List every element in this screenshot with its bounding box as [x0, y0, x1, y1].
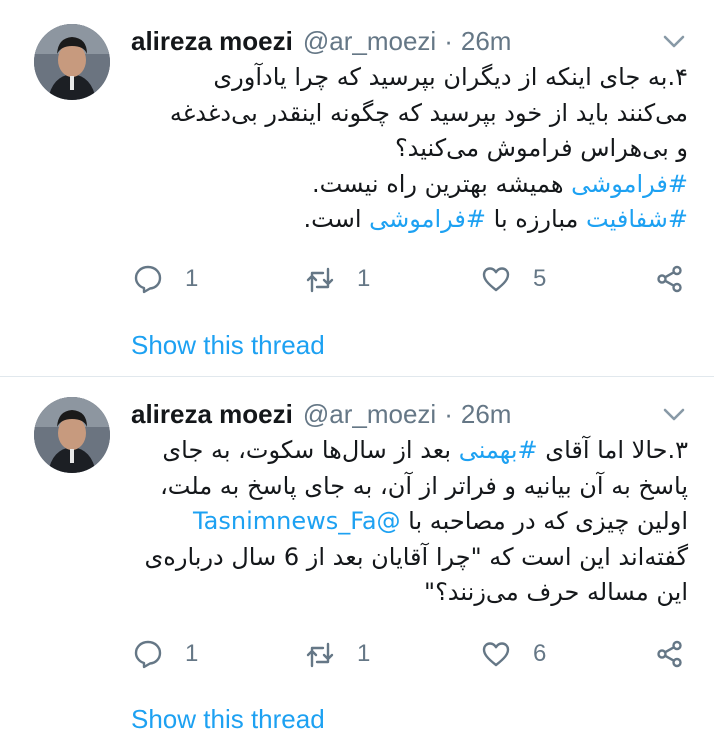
tweet-text-segment: اولین چیزی که در مصاحبه با	[400, 507, 688, 535]
separator-dot: ·	[444, 398, 453, 429]
retweet-count: 1	[357, 640, 371, 667]
retweet-count: 1	[357, 265, 371, 292]
like-button[interactable]: 5	[481, 259, 546, 299]
tweet-2[interactable]: alireza moezi @ar_moezi · 26m ۳.حالا اما…	[0, 377, 714, 750]
tweet-text-segment: گفته‌اند این است که "چرا آقایان بعد از 6…	[144, 542, 689, 571]
share-button[interactable]	[655, 259, 685, 299]
avatar-photo	[34, 397, 110, 473]
tweet-timestamp[interactable]: 26m	[461, 399, 512, 430]
tweet-text-line: #شفافیت مبارزه با #فراموشی است.	[108, 202, 688, 238]
tweet-text-segment: پاسخ به آن بیانیه و فراتر از آن، به جای …	[160, 471, 688, 500]
tweet-actions: 1 1 6	[0, 634, 714, 674]
tweet-text: ۴.به جای اینکه از دیگران بپرسید که چرا ی…	[108, 60, 688, 238]
share-icon	[657, 640, 682, 668]
like-count: 5	[533, 265, 547, 292]
tweet-text-line: گفته‌اند این است که "چرا آقایان بعد از 6…	[108, 540, 689, 576]
like-icon	[482, 267, 510, 292]
avatar-photo	[34, 24, 110, 100]
author-name[interactable]: alireza moezi	[131, 399, 293, 430]
caret-down-icon[interactable]	[660, 31, 688, 51]
author-name[interactable]: alireza moezi	[131, 26, 293, 57]
reply-count: 1	[185, 640, 199, 667]
tweet-text-line: و بی‌هراس فراموش می‌کنید؟	[108, 131, 688, 167]
tweet-text-line: پاسخ به آن بیانیه و فراتر از آن، به جای …	[108, 469, 688, 505]
tweet-text-line: ۳.حالا اما آقای #بهمنی بعد از سال‌ها سکو…	[108, 433, 688, 469]
reply-icon	[134, 640, 162, 669]
retweet-icon	[306, 642, 334, 668]
tweet-text-segment: است.	[303, 205, 370, 233]
tweet-text-line: می‌کنند باید از خود بپرسید که چگونه اینق…	[108, 96, 688, 132]
tweet-text: ۳.حالا اما آقای #بهمنی بعد از سال‌ها سکو…	[108, 433, 689, 611]
tweet-text-segment: می‌کنند باید از خود بپرسید که چگونه اینق…	[169, 98, 688, 127]
retweet-icon	[306, 267, 334, 293]
show-thread-link[interactable]: Show this thread	[131, 330, 325, 361]
like-count: 6	[533, 640, 547, 667]
hashtag-link[interactable]: #فراموشی	[571, 170, 688, 198]
tweet-text-segment: این مساله حرف می‌زنند؟"	[424, 578, 688, 606]
avatar[interactable]	[34, 397, 110, 473]
tweet-actions: 1 1 5	[0, 259, 714, 299]
share-icon	[657, 265, 682, 293]
retweet-button[interactable]: 1	[305, 634, 370, 674]
reply-button[interactable]: 1	[133, 634, 198, 674]
show-thread-link[interactable]: Show this thread	[131, 704, 325, 735]
tweet-text-segment: مبارزه با	[486, 205, 587, 233]
avatar[interactable]	[34, 24, 110, 100]
tweet-text-segment: و بی‌هراس فراموش می‌کنید؟	[394, 134, 688, 162]
like-icon	[482, 642, 510, 667]
hashtag-link[interactable]: #فراموشی	[369, 205, 486, 233]
tweet-text-line: اولین چیزی که در مصاحبه با @Tasnimnews_F…	[108, 504, 688, 540]
tweet-timestamp[interactable]: 26m	[461, 26, 512, 57]
tweet-header: alireza moezi @ar_moezi · 26m	[131, 397, 511, 431]
tweet-text-segment: بعد از سال‌ها سکوت، به جای	[162, 436, 459, 464]
tweet-1[interactable]: alireza moezi @ar_moezi · 26m ۴.به جای ا…	[0, 0, 714, 376]
tweet-text-segment: ۴.به جای اینکه از دیگران بپرسید که چرا ی…	[213, 63, 688, 91]
retweet-button[interactable]: 1	[305, 259, 370, 299]
reply-button[interactable]: 1	[133, 259, 198, 299]
author-handle[interactable]: @ar_moezi	[303, 399, 436, 430]
like-button[interactable]: 6	[481, 634, 546, 674]
separator-dot: ·	[444, 25, 453, 56]
tweet-text-line: ۴.به جای اینکه از دیگران بپرسید که چرا ی…	[108, 60, 688, 96]
hashtag-link[interactable]: #شفافیت	[586, 205, 688, 233]
tweet-header: alireza moezi @ar_moezi · 26m	[131, 24, 511, 58]
caret-down-icon[interactable]	[660, 404, 688, 424]
reply-icon	[134, 265, 162, 294]
tweet-text-line: #فراموشی همیشه بهترین راه نیست.	[108, 167, 688, 203]
share-button[interactable]	[655, 634, 685, 674]
mention-link[interactable]: @Tasnimnews_Fa	[193, 507, 401, 535]
tweet-text-segment: همیشه بهترین راه نیست.	[312, 169, 572, 198]
author-handle[interactable]: @ar_moezi	[303, 26, 436, 57]
reply-count: 1	[185, 265, 199, 292]
tweet-text-segment: ۳.حالا اما آقای	[537, 436, 688, 464]
tweet-text-line: این مساله حرف می‌زنند؟"	[108, 575, 688, 611]
hashtag-link[interactable]: #بهمنی	[459, 436, 538, 464]
